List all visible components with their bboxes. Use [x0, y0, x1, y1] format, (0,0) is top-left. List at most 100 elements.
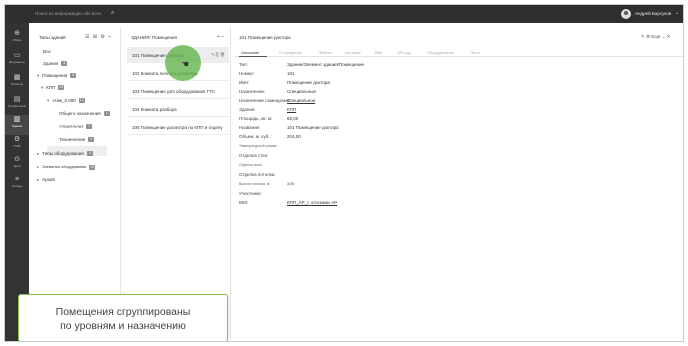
tree-item-label: Типы оборудования: [42, 151, 84, 156]
tree-item-special[interactable]: Специальные 1: [59, 124, 93, 129]
field-label: Объем, м. куб.:: [239, 134, 271, 139]
field-label: Здание:: [239, 107, 256, 112]
list-item[interactable]: 105 Помещение досмотра по КПП и отделу: [127, 119, 229, 135]
building-types-panel: Типы зданий ☰ ⊞ ⚙ ⎯ Все Здания 4 ▾ Помещен…: [33, 27, 121, 339]
count-badge: 1: [103, 111, 110, 117]
tree-item-technical[interactable]: Технические 4: [59, 137, 95, 143]
tree-item-label: Здания: [43, 61, 59, 66]
hand-cursor-icon: ☚: [181, 59, 190, 69]
add-button[interactable]: + ⎯: [217, 34, 224, 40]
field-value: Здание/Элемент здания/Помещение: [287, 62, 364, 67]
list-item[interactable]: 103 Помещение для оборудования ГТС: [127, 83, 229, 99]
panel-toolbar[interactable]: ☰ ⊞ ⚙ ⎯: [85, 34, 112, 40]
tab-qr-code[interactable]: QR-код: [397, 50, 411, 55]
circle-info-icon: ⊕: [14, 30, 20, 37]
tree-item-label: Помещения: [42, 73, 68, 78]
chevron-right-icon[interactable]: ▸: [37, 177, 39, 182]
field-value: 101 Помещение доктора: [287, 125, 339, 130]
nav-item-label: ТОИР: [12, 144, 22, 148]
field-label: Высота потолка, м:: [239, 182, 271, 186]
tree-item-label: Специальные: [59, 124, 84, 129]
chevron-down-icon[interactable]: ▾: [47, 98, 49, 103]
tree-item-equipment-elements[interactable]: ▸ Элементы оборудования 10: [37, 164, 96, 170]
field-value-link[interactable]: КПП: [287, 107, 296, 112]
tree-item-rooms[interactable]: ▾ Помещения 3: [37, 73, 77, 79]
stack-icon: ≡: [14, 176, 20, 183]
field-label: Отделка потолка:: [239, 172, 276, 177]
avatar[interactable]: [621, 9, 631, 19]
nav-item-documents[interactable]: ▭ Документы: [5, 51, 29, 71]
field-label: Название:: [239, 125, 261, 130]
tab-photo[interactable]: Фото: [471, 50, 480, 55]
field-value: Помещение доктора: [287, 80, 330, 85]
tree-item-archive[interactable]: ▸ Архив: [37, 177, 55, 183]
search-icon[interactable]: ⌕: [111, 10, 117, 16]
user-name[interactable]: Андрей Барсуков: [635, 11, 671, 16]
count-badge: 3: [70, 73, 77, 79]
tree-item-label: Общего назначения: [59, 111, 101, 116]
nav-item-toir[interactable]: ⚙ ТОИР: [5, 135, 29, 155]
tree-item-general-purpose[interactable]: Общего назначения 1: [59, 111, 110, 117]
chevron-down-icon[interactable]: ▾: [41, 85, 43, 90]
chevron-down-icon[interactable]: ▾: [37, 73, 39, 78]
tree-item-label: Все: [43, 49, 51, 54]
chevron-right-icon[interactable]: ▸: [37, 165, 39, 169]
list-item-label: 103 Помещение для оборудования ГТС: [132, 89, 216, 94]
tree-item-all[interactable]: Все: [43, 49, 51, 54]
field-label: Отделка стен:: [239, 153, 269, 158]
top-bar: Поиск по информации обо всех ⌕ Андрей Ба…: [5, 5, 683, 23]
count-badge: 10: [89, 164, 96, 170]
field-label: Тип:: [239, 62, 248, 67]
chevron-down-icon[interactable]: ⌄: [675, 10, 679, 16]
count-badge: 13: [78, 98, 85, 104]
field-label: Назначение помещения:: [239, 98, 291, 103]
grid-icon: ▦: [13, 74, 21, 81]
search-input[interactable]: Поиск по информации обо всех: [35, 11, 101, 16]
item-actions[interactable]: ✎ ⎘ 🗑: [211, 52, 225, 57]
list-item-label: 105 Помещение досмотра по КПП и отделу: [132, 125, 223, 130]
details-toolbar[interactable]: ✎ ⚙ Ещё ⌄ ✕: [641, 34, 671, 40]
tab-files[interactable]: Файлы: [319, 50, 332, 55]
field-value-link[interactable]: Специальное: [287, 98, 315, 103]
caption-line: по уровням и назначению: [60, 320, 186, 332]
nav-item-goals[interactable]: ⊙ Цели: [5, 155, 29, 175]
count-badge: 4: [88, 137, 95, 143]
field-value-link[interactable]: КПП_АР_с отсеками АР: [287, 200, 337, 205]
target-icon: ⊙: [14, 156, 20, 163]
field-value: 68,00: [287, 116, 299, 121]
nav-item-label: Здания: [11, 124, 23, 128]
tree-item-buildings[interactable]: Здания 4: [43, 61, 68, 67]
field-label: Температурный режим:: [239, 144, 278, 148]
nav-item-warehouses[interactable]: ≡ Склады: [5, 175, 29, 195]
tree-item-kpp[interactable]: ▾ КПП 13: [41, 85, 65, 91]
chevron-right-icon[interactable]: ▸: [37, 151, 39, 156]
nav-item-projects[interactable]: ▦ Проекты: [5, 73, 29, 93]
field-label: Имя:: [239, 80, 250, 85]
list-item[interactable]: 104 Комната разбора: [127, 101, 229, 117]
field-label: Площадь, кв. м:: [239, 116, 273, 121]
tab-bim[interactable]: BIM: [375, 50, 382, 55]
caption-line: Помещения сгруппированы: [55, 306, 191, 318]
tree-item-equipment-types[interactable]: ▸ Типы оборудования 4: [37, 151, 93, 157]
nav-item-overview[interactable]: ⊕ Обзор: [5, 29, 29, 49]
list-item-label: 104 Комната разбора: [132, 107, 177, 112]
count-badge: 4: [61, 61, 68, 67]
nav-item-buildings[interactable]: ▥ Здания: [5, 115, 29, 135]
building-icon: ▥: [13, 116, 21, 123]
nav-item-references[interactable]: ▤ Справочники: [5, 95, 29, 115]
active-tab-indicator: [239, 56, 267, 57]
tab-history[interactable]: История: [345, 50, 361, 55]
tab-description[interactable]: Описание: [241, 50, 259, 55]
nav-item-label: Справочники: [7, 104, 27, 108]
count-badge: 4: [86, 151, 93, 157]
nav-item-label: Проекты: [10, 82, 24, 86]
tree-item-label: Архив: [42, 177, 55, 182]
tab-alienation[interactable]: Отчуждение: [279, 50, 302, 55]
folder-icon: ▭: [13, 52, 21, 59]
nav-item-label: Документы: [9, 60, 25, 64]
field-label: Номер:: [239, 71, 255, 76]
tree-item-floor[interactable]: ▾ этаж_0.000 13: [47, 98, 85, 104]
count-badge: 13: [58, 85, 65, 91]
room-details-panel: 101 Помещение доктора ✎ ⚙ Ещё ⌄ ✕ Описан…: [235, 27, 683, 339]
tab-equipment[interactable]: Оборудование: [427, 50, 454, 55]
